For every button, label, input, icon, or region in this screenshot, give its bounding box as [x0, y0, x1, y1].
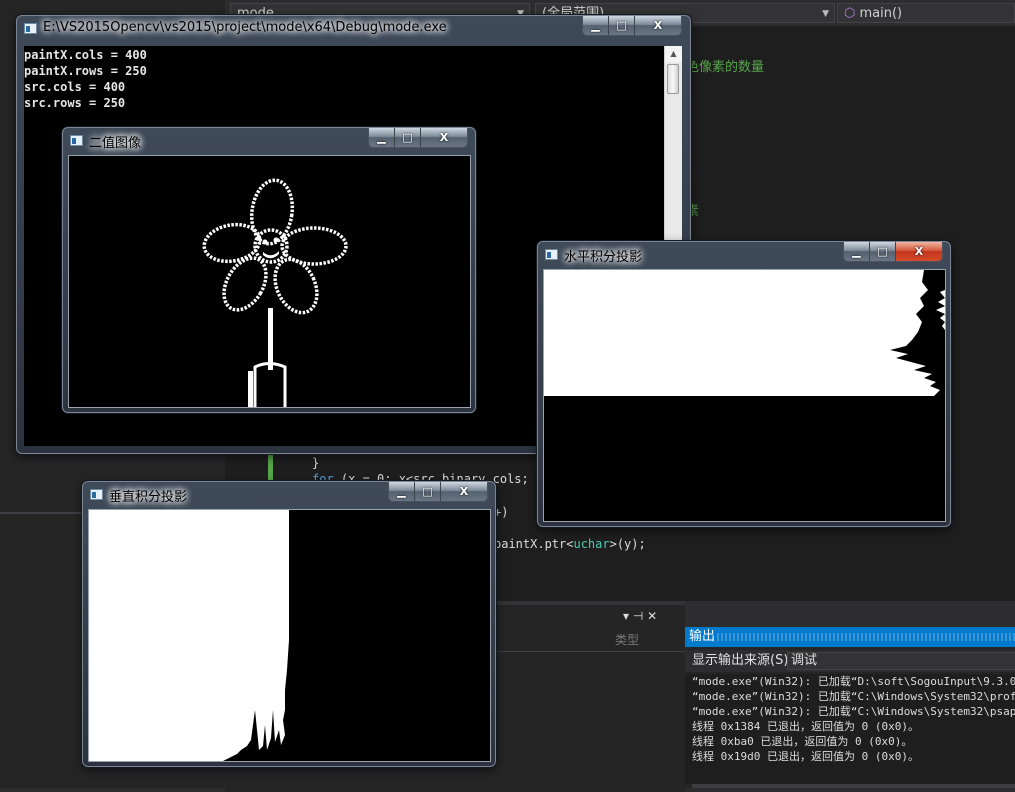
horizontal-projection-canvas	[543, 269, 946, 522]
projection-empty	[544, 396, 945, 521]
maximize-icon: □	[402, 131, 413, 144]
output-line: 线程 0x19d0 已退出，返回值为 0 (0x0)。	[692, 750, 919, 763]
output-line: “mode.exe”(Win32): 已加载“D:\soft\SogouInpu…	[692, 675, 1015, 688]
output-source-label: 显示输出来源(S):	[692, 653, 793, 668]
horizontal-scrollbar[interactable]	[692, 784, 1015, 788]
flower-pot	[253, 362, 287, 407]
member-dropdown-value: main()	[859, 6, 903, 21]
close-icon: X	[439, 131, 449, 144]
vertical-projection-window[interactable]: 垂直积分投影 ▁ □ X	[82, 481, 496, 767]
maximize-icon: □	[422, 485, 433, 498]
code-text: paintX.ptr<	[494, 537, 574, 551]
close-icon: X	[459, 485, 469, 498]
minimize-icon: ▁	[377, 131, 386, 144]
horizontal-projection-window[interactable]: 水平积分投影 ▁ □ X	[537, 241, 951, 527]
binary-image-window[interactable]: 二值图像 ▁ □ X	[62, 127, 476, 413]
caption-buttons: ▁ □ X	[388, 482, 488, 502]
output-title-label: 输出	[689, 629, 716, 644]
output-text[interactable]: “mode.exe”(Win32): 已加载“D:\soft\SogouInpu…	[692, 674, 1015, 784]
chevron-down-icon: ▼	[822, 9, 829, 19]
maximize-button[interactable]: □	[395, 128, 421, 147]
projection-fill	[89, 510, 289, 761]
close-icon: X	[653, 19, 663, 32]
minimize-button[interactable]: ▁	[369, 128, 395, 147]
minimize-icon: ▁	[852, 245, 861, 258]
output-source-value: 调试	[791, 653, 818, 668]
code-comment: 色像素的数量	[686, 60, 765, 75]
vertical-projection-canvas	[88, 509, 491, 762]
output-margin	[685, 674, 692, 784]
maximize-button[interactable]: □	[609, 16, 635, 35]
minimize-button[interactable]: ▁	[583, 16, 609, 35]
projection-fill	[544, 270, 945, 396]
code-text: >(y);	[609, 537, 646, 551]
minimize-icon: ▁	[591, 19, 600, 32]
close-button[interactable]: X	[421, 128, 467, 147]
minimize-icon: ▁	[397, 485, 406, 498]
code-type: uchar	[573, 537, 610, 551]
output-line: 线程 0xba0 已退出，返回值为 0 (0x0)。	[692, 735, 913, 748]
maximize-icon: □	[877, 245, 888, 258]
maximize-button[interactable]: □	[870, 242, 896, 261]
horizontal-projection-image	[544, 270, 945, 521]
vertical-projection-image	[89, 510, 490, 761]
window-app-icon	[90, 489, 103, 500]
console-line: paintX.cols = 400	[24, 48, 147, 62]
console-window-title: E:\VS2015Opencv\vs2015\project\mode\x64\…	[43, 20, 447, 35]
maximize-button[interactable]: □	[415, 482, 441, 501]
vertical-window-title: 垂直积分投影	[109, 490, 188, 505]
close-icon: X	[914, 245, 924, 258]
close-button[interactable]: X	[441, 482, 487, 501]
center-dot	[262, 239, 268, 245]
caption-buttons: ▁ □ X	[843, 242, 943, 262]
close-button[interactable]: X	[635, 16, 681, 35]
code-line: }	[312, 456, 320, 470]
output-line: “mode.exe”(Win32): 已加载“C:\Windows\System…	[692, 705, 1015, 718]
horizontal-window-title: 水平积分投影	[564, 250, 643, 265]
caption-buttons: ▁ □ X	[368, 128, 468, 148]
output-source-bar: 显示输出来源(S): 调试	[685, 650, 1015, 672]
flower-binary-image	[202, 178, 348, 407]
code-line: paintX.ptr<uchar>(y);	[494, 537, 646, 551]
code-line: +)	[494, 505, 509, 519]
column-header-type[interactable]: 类型	[615, 631, 639, 648]
maximize-icon: □	[616, 19, 627, 32]
binary-window-title: 二值图像	[89, 136, 142, 151]
close-button[interactable]: X	[896, 242, 942, 261]
pane-pin-controls[interactable]: ▾ ⊣ ✕	[623, 609, 657, 623]
console-app-icon	[24, 23, 37, 34]
minimize-button[interactable]: ▁	[389, 482, 415, 501]
center-smile	[263, 251, 279, 259]
flower-stem	[268, 308, 273, 370]
window-app-icon	[70, 135, 83, 146]
scroll-up-icon[interactable]: ▲	[665, 46, 682, 62]
petal	[280, 226, 348, 266]
console-line: paintX.rows = 250	[24, 64, 147, 78]
center-dot	[273, 237, 279, 243]
minimize-button[interactable]: ▁	[844, 242, 870, 261]
window-app-icon	[545, 249, 558, 260]
binary-image-canvas	[68, 155, 471, 408]
console-line: src.rows = 250	[24, 96, 126, 110]
pot-edge	[248, 371, 253, 407]
title-grip	[717, 633, 1015, 641]
caption-buttons: ▁ □ X	[582, 16, 682, 36]
cube-icon: ⬡	[844, 6, 856, 21]
output-panel-title: 输出	[685, 627, 1015, 647]
console-line: src.cols = 400	[24, 80, 126, 94]
member-dropdown[interactable]: ⬡ main()	[837, 3, 1015, 23]
scroll-thumb[interactable]	[667, 64, 679, 94]
output-source-select[interactable]: 调试	[787, 652, 1015, 670]
output-line: “mode.exe”(Win32): 已加载“C:\Windows\System…	[692, 690, 1015, 703]
output-line: 线程 0x1384 已退出，返回值为 0 (0x0)。	[692, 720, 919, 733]
